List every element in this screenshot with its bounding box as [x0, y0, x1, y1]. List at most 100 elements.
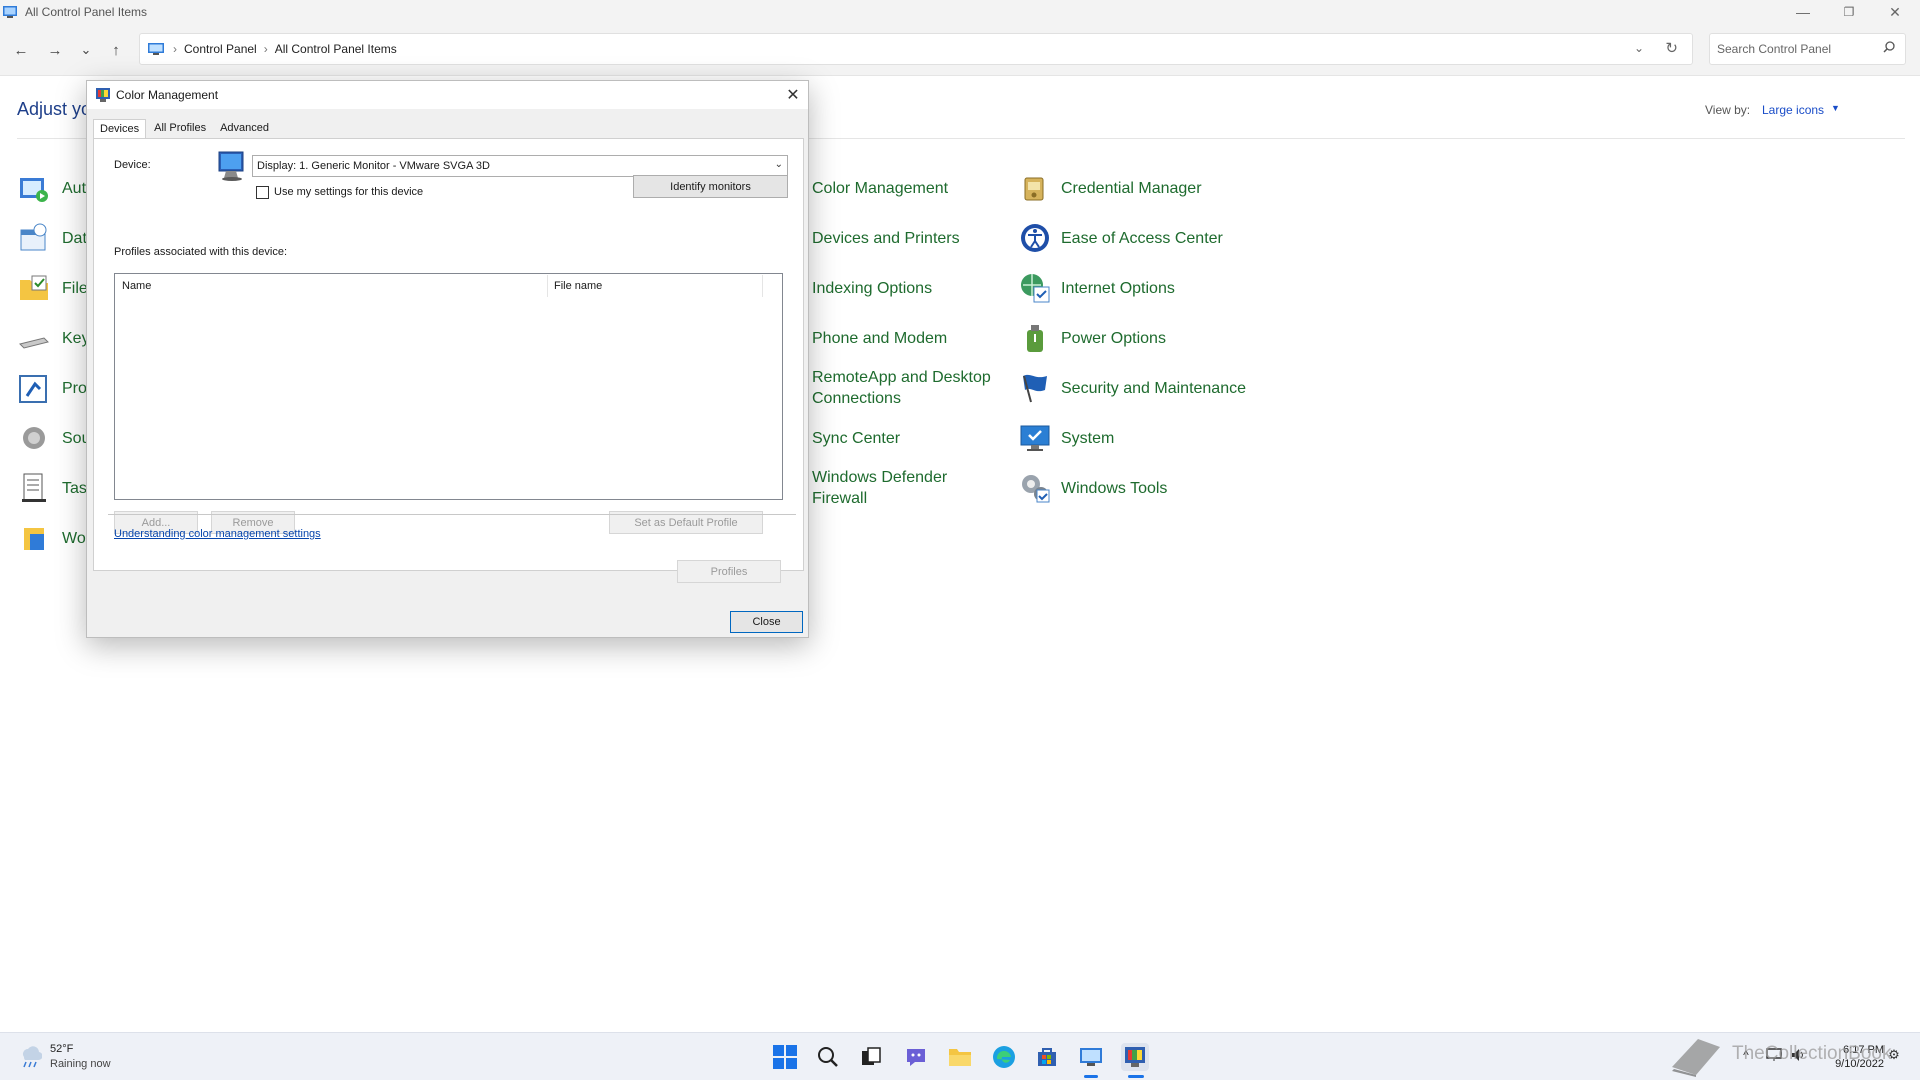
item-label: Devices and Printers — [812, 230, 960, 247]
dialog-tabs: Devices All Profiles Advanced — [93, 119, 277, 139]
item-remoteapp[interactable]: RemoteApp and Desktop Connections — [812, 367, 1002, 409]
file-explorer-button[interactable] — [946, 1043, 974, 1071]
internet-options-icon — [1021, 274, 1050, 303]
taskbar: 52°F Raining now ^ 6:17 PM 9/10/2022 ⚙ — [0, 1032, 1920, 1080]
breadcrumb-control-panel[interactable]: Control Panel — [180, 42, 261, 56]
item-power-options[interactable]: Power Options — [1019, 322, 1166, 354]
restore-button[interactable]: ❐ — [1826, 0, 1872, 24]
back-button[interactable]: ← — [9, 40, 33, 60]
item-color-management[interactable]: Color Management — [812, 178, 948, 199]
understanding-color-management-link[interactable]: Understanding color management settings — [114, 528, 321, 540]
item-label: Internet Options — [1061, 279, 1175, 297]
breadcrumb-all-items[interactable]: All Control Panel Items — [271, 42, 401, 56]
item-label: Sync Center — [812, 430, 901, 447]
item-system[interactable]: System — [1019, 422, 1114, 454]
search-icon — [818, 1047, 838, 1067]
recent-locations-button[interactable]: ⌄ — [74, 40, 98, 60]
close-window-button[interactable]: ✕ — [1872, 0, 1918, 24]
item-label: Windows Defender Firewall — [812, 469, 948, 507]
profiles-list[interactable]: Name File name — [114, 273, 783, 500]
work-folders-icon[interactable] — [18, 522, 50, 554]
keyboard-icon[interactable] — [18, 322, 50, 354]
tab-devices[interactable]: Devices — [93, 119, 147, 139]
device-select-value: Display: 1. Generic Monitor - VMware SVG… — [257, 160, 490, 172]
search-input[interactable]: Search Control Panel — [1709, 33, 1906, 65]
identify-monitors-button[interactable]: Identify monitors — [633, 175, 788, 198]
tab-all-profiles[interactable]: All Profiles — [148, 119, 212, 139]
item-label: System — [1061, 429, 1115, 447]
autoplay-icon[interactable] — [18, 172, 50, 204]
control-panel-icon — [3, 6, 17, 18]
item-indexing-options[interactable]: Indexing Options — [812, 278, 932, 299]
item-work-folders[interactable]: Wo — [62, 530, 86, 548]
up-button[interactable]: ↑ — [104, 40, 128, 60]
address-bar[interactable]: › Control Panel › All Control Panel Item… — [139, 33, 1693, 65]
task-view-button[interactable] — [857, 1043, 885, 1071]
item-label: Windows Tools — [1061, 479, 1168, 497]
divider — [108, 514, 796, 515]
watermark-text: TheCollectionBook — [1732, 1043, 1892, 1064]
windows-logo-icon — [773, 1045, 797, 1069]
item-windows-defender-firewall[interactable]: Windows Defender Firewall — [812, 467, 962, 509]
tab-advanced[interactable]: Advanced — [214, 119, 275, 139]
column-divider[interactable] — [547, 275, 548, 297]
item-devices-printers[interactable]: Devices and Printers — [812, 228, 960, 249]
item-security-maintenance[interactable]: Security and Maintenance — [1019, 372, 1246, 404]
dialog-titlebar: Color Management ✕ — [87, 81, 808, 109]
rain-weather-icon[interactable] — [18, 1043, 42, 1069]
store-button[interactable] — [1033, 1043, 1061, 1071]
refresh-icon[interactable]: ↻ — [1665, 39, 1678, 57]
item-programs-features[interactable]: Pro — [62, 380, 87, 398]
item-date-time[interactable]: Dat — [62, 230, 87, 248]
profiles-button[interactable]: Profiles — [677, 560, 781, 583]
system-monitor-icon — [1020, 425, 1050, 451]
running-indicator — [1084, 1075, 1098, 1078]
item-phone-modem[interactable]: Phone and Modem — [812, 328, 947, 349]
address-dropdown-icon[interactable]: ⌄ — [1634, 41, 1644, 55]
use-my-settings-checkbox[interactable] — [256, 186, 269, 199]
view-by-dropdown[interactable]: Large icons — [1762, 103, 1824, 117]
taskbar-search-button[interactable] — [814, 1043, 842, 1071]
devices-tab-panel: Device: Display: 1. Generic Monitor - VM… — [93, 138, 804, 583]
weather-temperature[interactable]: 52°F — [50, 1043, 73, 1055]
item-internet-options[interactable]: Internet Options — [1019, 272, 1175, 304]
store-icon — [1038, 1048, 1056, 1066]
forward-button[interactable]: → — [43, 40, 67, 60]
use-my-settings-label[interactable]: Use my settings for this device — [274, 186, 423, 198]
start-button[interactable] — [771, 1043, 799, 1071]
programs-features-icon[interactable] — [18, 372, 50, 404]
column-header-name[interactable]: Name — [122, 280, 151, 292]
dialog-close-icon[interactable]: ✕ — [778, 81, 808, 109]
minimize-button[interactable]: — — [1780, 0, 1826, 24]
chevron-down-icon: ⌄ — [774, 159, 783, 170]
folder-icon — [949, 1049, 971, 1066]
color-management-icon — [1125, 1047, 1145, 1067]
item-label: Phone and Modem — [812, 330, 948, 347]
weather-description[interactable]: Raining now — [50, 1058, 111, 1070]
sound-icon[interactable] — [18, 422, 50, 454]
item-file-explorer-options[interactable]: File — [62, 280, 88, 298]
control-panel-icon — [1080, 1048, 1102, 1066]
device-select[interactable]: Display: 1. Generic Monitor - VMware SVG… — [252, 155, 788, 177]
view-by-caret-icon[interactable]: ▼ — [1831, 103, 1840, 113]
column-header-file-name[interactable]: File name — [554, 280, 602, 292]
item-label: Security and Maintenance — [1061, 379, 1246, 397]
file-explorer-options-icon[interactable] — [18, 272, 50, 304]
item-label: Power Options — [1061, 329, 1166, 347]
edge-button[interactable] — [990, 1043, 1018, 1071]
item-sync-center[interactable]: Sync Center — [812, 428, 900, 449]
color-management-taskbar-button[interactable] — [1121, 1043, 1149, 1071]
date-time-icon[interactable] — [18, 222, 50, 254]
item-credential-manager[interactable]: Credential Manager — [1019, 172, 1202, 204]
close-button[interactable]: Close — [730, 611, 803, 633]
monitor-icon — [218, 151, 244, 181]
item-autoplay[interactable]: Aut — [62, 180, 86, 198]
item-windows-tools[interactable]: Windows Tools — [1019, 472, 1167, 504]
column-divider[interactable] — [762, 275, 763, 297]
chat-button[interactable] — [902, 1043, 930, 1071]
item-ease-of-access[interactable]: Ease of Access Center — [1019, 222, 1223, 254]
taskbar-navigation-icon[interactable] — [18, 472, 50, 504]
item-label: Indexing Options — [812, 280, 933, 297]
item-label: Credential Manager — [1061, 179, 1202, 197]
control-panel-taskbar-button[interactable] — [1077, 1043, 1105, 1071]
